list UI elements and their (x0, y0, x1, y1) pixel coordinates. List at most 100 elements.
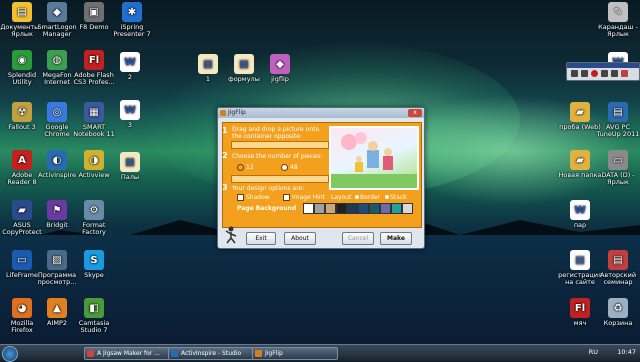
desktop-icon-label: Camtasia Studio 7 (78, 319, 110, 334)
make-button[interactable]: Make (380, 232, 412, 245)
desktop-icon[interactable]: ◧ Camtasia Studio 7 (72, 298, 116, 334)
app-icon: Fl (84, 50, 104, 70)
record-icon[interactable] (591, 70, 598, 77)
desktop-icon[interactable]: Wпар (558, 200, 602, 229)
person-logo-icon (225, 226, 237, 244)
app-icon: ▰ (12, 200, 32, 220)
taskbar-item-label: JigFlip (265, 350, 283, 357)
app-icon: ◐ (47, 150, 67, 170)
desktop-icon-label: пар (573, 221, 587, 229)
desktop-icon-label: Палы (120, 173, 140, 181)
image-hint-checkbox[interactable]: Image Hint (283, 194, 325, 201)
app-icon: ⚙ (84, 200, 104, 220)
desktop-icon[interactable]: S Skype (72, 250, 116, 279)
app-icon: Fl (570, 298, 590, 318)
desktop-icon[interactable]: ♻ Корзина (596, 298, 640, 327)
desktop-icon[interactable]: ▤ AVG PC TuneUp 2011 (596, 102, 640, 138)
capture-icon[interactable] (601, 70, 608, 77)
page-background-label: Page Background (237, 205, 297, 212)
desktop-icon-label: 2 (127, 73, 133, 81)
color-swatch[interactable] (369, 203, 380, 214)
app-icon: ▨ (47, 250, 67, 270)
desktop-icon[interactable]: ✱ iSpring Presenter 7 (110, 2, 154, 38)
taskbar-item[interactable]: ActivInspire - Studio (168, 347, 254, 360)
desktop-icon-label: iSpring Presenter 7 (113, 23, 151, 38)
app-icon: ☢ (12, 102, 32, 122)
sample-picture (331, 132, 417, 188)
color-swatch[interactable] (380, 203, 391, 214)
taskbar-app-icon (255, 350, 262, 357)
desktop-icon-label: Авторский семинар (599, 271, 637, 286)
step-1-number: 1 (222, 126, 228, 135)
border-option[interactable]: Border (355, 194, 380, 201)
app-icon: ◆ (47, 2, 67, 22)
taskbar-item[interactable]: A Jigsaw Maker for ... (84, 347, 170, 360)
stop-icon[interactable] (581, 70, 588, 77)
app-icon: ◕ (12, 298, 32, 318)
desktop-icon-label: AVG PC TuneUp 2011 (596, 123, 640, 138)
app-icon: ▰ (570, 150, 590, 170)
app-icon: ✎ (608, 2, 628, 22)
color-swatch[interactable] (358, 203, 369, 214)
app-icon: ▭ (608, 150, 628, 170)
taskbar: A Jigsaw Maker for ... ActivInspire - Stu… (0, 344, 640, 362)
about-button[interactable]: About (284, 232, 316, 245)
picture-drop-container[interactable] (329, 126, 419, 190)
recorder-toolbar[interactable] (566, 62, 640, 81)
color-swatch[interactable] (303, 203, 314, 214)
shadow-checkbox[interactable]: Shadow (237, 194, 270, 201)
app-icon: ◆ (270, 54, 290, 74)
taskbar-item-label: A Jigsaw Maker for ... (97, 350, 160, 357)
taskbar-app-icon (87, 350, 94, 357)
app-icon: ▭ (12, 250, 32, 270)
color-swatch[interactable] (314, 203, 325, 214)
close-button[interactable]: x (408, 109, 422, 117)
step-1-text: Drag and drop a picture onto the contain… (232, 126, 320, 140)
app-icon: ▤ (234, 54, 254, 74)
window-titlebar[interactable]: JigFlip x (218, 108, 424, 118)
desktop-icon[interactable]: W3 (108, 100, 152, 129)
window-title: JigFlip (228, 109, 246, 116)
exit-button[interactable]: Exit (246, 232, 276, 245)
stack-option[interactable]: Stack (385, 194, 407, 201)
layout-option[interactable]: Layout (331, 194, 351, 201)
color-swatch[interactable] (347, 203, 358, 214)
taskbar-item-label: ActivInspire - Studio (181, 350, 242, 357)
step-3-number: 3 (222, 183, 228, 192)
desktop-icon-label: jigflip (271, 75, 289, 83)
desktop-icon[interactable]: ⚙ Format Factory (72, 200, 116, 236)
app-icon: ▦ (84, 102, 104, 122)
desktop-icon-label: Карандаш - Ярлык (598, 23, 638, 38)
color-swatch[interactable] (391, 203, 402, 214)
app-icon: W (570, 200, 590, 220)
pieces-48-radio[interactable]: 48 (281, 164, 298, 171)
desktop-icon-label: DATA (D) - Ярлык (601, 171, 635, 186)
draw-icon[interactable] (611, 70, 618, 77)
step-2-number: 2 (222, 151, 228, 160)
desktop-icon-label: 3 (127, 121, 133, 129)
app-icon: ▤ (608, 250, 628, 270)
pause-icon[interactable] (571, 70, 578, 77)
desktop-icon[interactable]: ▤ Палы (108, 152, 152, 181)
desktop-icon[interactable]: ✎ Карандаш - Ярлык (596, 2, 640, 38)
app-icon: ▤ (570, 250, 590, 270)
taskbar-item[interactable]: JigFlip (252, 347, 338, 360)
step-3-text: Your design options are: (232, 185, 305, 192)
desktop-icon[interactable]: W2 (108, 52, 152, 81)
language-indicator[interactable]: RU (589, 348, 598, 356)
clock[interactable]: 10:47 (617, 348, 636, 356)
color-swatch[interactable] (402, 203, 413, 214)
desktop-icon[interactable]: ◆ jigflip (258, 54, 302, 83)
color-swatch[interactable] (325, 203, 336, 214)
color-swatch[interactable] (336, 203, 347, 214)
pieces-12-radio[interactable]: 12 (237, 164, 254, 171)
desktop-icon[interactable]: ▭ DATA (D) - Ярлык (596, 150, 640, 186)
jigflip-window: JigFlip x 1 Drag and drop a picture onto… (217, 107, 425, 249)
cancel-button[interactable]: Cancel (342, 232, 374, 245)
app-icon: ▤ (120, 152, 140, 172)
close-icon[interactable] (621, 70, 628, 77)
app-icon: ▤ (198, 54, 218, 74)
app-icon: ▤ (608, 102, 628, 122)
desktop-icon[interactable]: ▤ Авторский семинар (596, 250, 640, 286)
toolbar-titlebar[interactable] (567, 63, 639, 68)
